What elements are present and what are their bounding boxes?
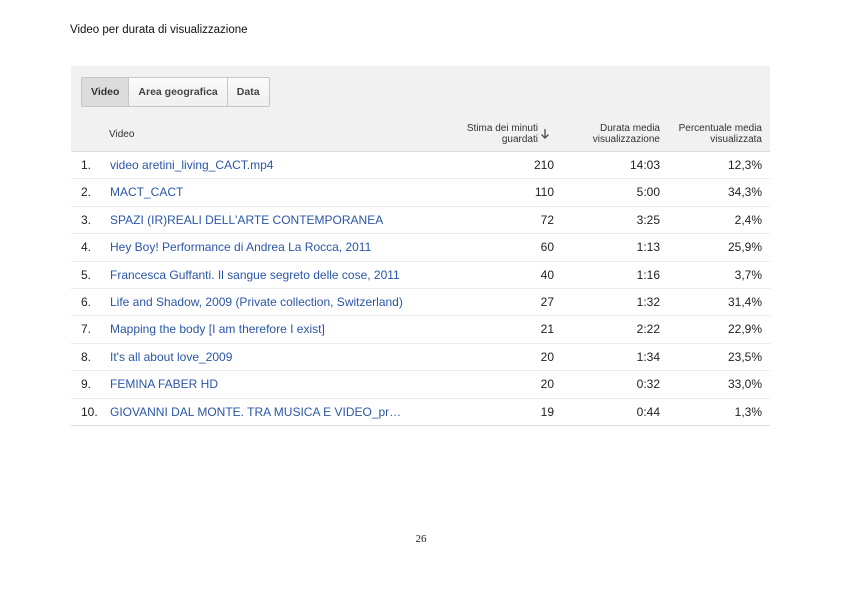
table-row: 7. Mapping the body [I am therefore I exi… [71, 316, 770, 344]
avg-percent-cell: 23,5% [727, 349, 762, 364]
avg-percent-cell: 25,9% [727, 240, 762, 255]
video-title-link[interactable]: Mapping the body [I am therefore I exist… [110, 322, 325, 336]
video-title-link[interactable]: Hey Boy! Performance di Andrea La Rocca,… [110, 240, 371, 254]
video-report-table: Video Area geografica Data Video Stima d… [71, 66, 770, 426]
table-row: 2. MACT_CACT 110 5:00 34,3% [71, 179, 770, 207]
video-title-link[interactable]: Francesca Guffanti. Il sangue segreto de… [110, 268, 400, 282]
minutes-watched-cell: 19 [540, 404, 554, 419]
column-header-minutes-line1: Stima dei minuti [466, 123, 538, 134]
document-title: Video per durata di visualizzazione [70, 24, 248, 36]
table-row: 6. Life and Shadow, 2009 (Private collect… [71, 289, 770, 317]
page-number: 26 [415, 533, 427, 545]
avg-duration-cell: 1:32 [636, 294, 660, 309]
tab-data[interactable]: Data [227, 78, 269, 106]
minutes-watched-cell: 20 [540, 349, 554, 364]
avg-duration-cell: 1:16 [636, 267, 660, 282]
column-header-duration-line1: Durata media [599, 123, 660, 134]
row-number: 5. [81, 267, 92, 282]
video-title-link[interactable]: It's all about love_2009 [110, 350, 232, 364]
avg-percent-cell: 1,3% [734, 404, 762, 419]
avg-duration-cell: 14:03 [629, 158, 660, 172]
row-number: 8. [81, 349, 92, 364]
column-header-percent-line1: Percentuale media [678, 123, 762, 134]
avg-percent-cell: 33,0% [727, 377, 762, 392]
row-number: 2. [81, 185, 92, 200]
row-number: 6. [81, 294, 92, 309]
avg-duration-cell: 0:32 [636, 377, 660, 392]
avg-duration-cell: 0:44 [636, 404, 660, 419]
row-number: 3. [81, 212, 92, 227]
table-row: 4. Hey Boy! Performance di Andrea La Rocc… [71, 234, 770, 262]
avg-duration-cell: 1:13 [636, 240, 660, 255]
column-header-percent[interactable]: Percentuale media visualizzata [679, 123, 762, 145]
video-title-link[interactable]: FEMINA FABER HD [110, 377, 218, 391]
table-row: 5. Francesca Guffanti. Il sangue segreto … [71, 262, 770, 289]
row-number: 10. [81, 404, 98, 419]
avg-duration-cell: 5:00 [636, 185, 660, 200]
video-title-link[interactable]: SPAZI (IR)REALI DELL'ARTE CONTEMPORANEA [110, 213, 383, 227]
arrow-down-icon [541, 129, 549, 139]
row-number: 9. [81, 377, 92, 392]
column-header-video[interactable]: Video [109, 129, 134, 140]
table-row: 8. It's all about love_2009 20 1:34 23,5% [71, 344, 770, 372]
column-header-minutes-line2: guardati [501, 134, 538, 145]
row-number: 1. [81, 158, 92, 172]
table-header: Video Stima dei minuti guardati Durata m… [71, 121, 770, 152]
minutes-watched-cell: 40 [540, 267, 554, 282]
avg-duration-cell: 1:34 [636, 349, 660, 364]
avg-percent-cell: 3,7% [734, 267, 762, 282]
minutes-watched-cell: 21 [540, 322, 554, 337]
avg-percent-cell: 31,4% [727, 294, 762, 309]
tab-area-geografica[interactable]: Area geografica [129, 78, 228, 106]
avg-percent-cell: 22,9% [727, 322, 762, 337]
row-number: 7. [81, 322, 92, 337]
video-title-link[interactable]: Life and Shadow, 2009 (Private collectio… [110, 295, 403, 309]
minutes-watched-cell: 72 [540, 212, 554, 227]
minutes-watched-cell: 20 [540, 377, 554, 392]
avg-percent-cell: 12,3% [727, 158, 762, 172]
column-header-percent-line2: visualizzata [710, 134, 762, 145]
video-title-link[interactable]: video aretini_living_CACT.mp4 [110, 158, 273, 172]
avg-percent-cell: 2,4% [734, 212, 762, 227]
table-row: 10. GIOVANNI DAL MONTE. TRA MUSICA E VIDE… [71, 399, 770, 426]
avg-duration-cell: 2:22 [636, 322, 660, 337]
table-row: 1. video aretini_living_CACT.mp4 210 14:03 1… [71, 152, 770, 180]
tab-video[interactable]: Video [82, 78, 130, 106]
video-title-link[interactable]: MACT_CACT [110, 185, 183, 199]
minutes-watched-cell: 27 [540, 294, 554, 309]
column-header-duration[interactable]: Durata media visualizzazione [593, 123, 660, 145]
minutes-watched-cell: 210 [533, 158, 554, 172]
video-title-link[interactable]: GIOVANNI DAL MONTE. TRA MUSICA E VIDEO_p… [110, 405, 401, 419]
column-header-duration-line2: visualizzazione [592, 134, 660, 145]
dimension-selector: Video Area geografica Data [81, 77, 270, 107]
table-row: 3. SPAZI (IR)REALI DELL'ARTE CONTEMPORANE… [71, 207, 770, 235]
minutes-watched-cell: 110 [534, 185, 554, 200]
avg-percent-cell: 34,3% [727, 185, 762, 200]
minutes-watched-cell: 60 [540, 240, 554, 255]
row-number: 4. [81, 240, 92, 255]
table-row: 9. FEMINA FABER HD 20 0:32 33,0% [71, 371, 770, 399]
report-toolbar: Video Area geografica Data [71, 66, 770, 121]
avg-duration-cell: 3:25 [636, 212, 660, 227]
table-body: 1. video aretini_living_CACT.mp4 210 14:03 1… [71, 152, 770, 426]
